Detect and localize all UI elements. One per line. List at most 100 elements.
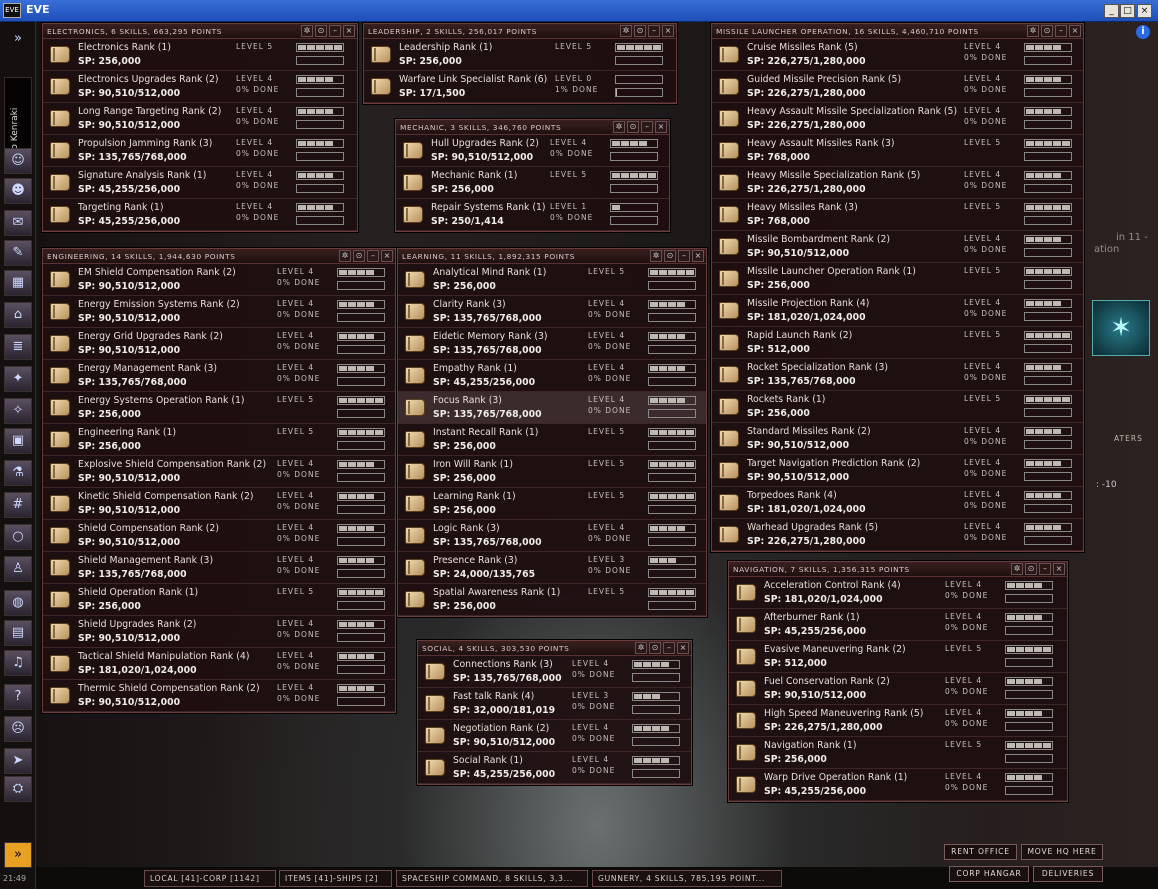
- settings-icon[interactable]: ⊙: [1041, 25, 1053, 37]
- skill-row[interactable]: Long Range Targeting Rank (2) SP: 90,510/…: [43, 103, 357, 135]
- minimize-icon[interactable]: –: [329, 25, 341, 37]
- close-icon[interactable]: ×: [692, 250, 704, 262]
- settings-icon[interactable]: ⊙: [353, 250, 365, 262]
- tab-spaceship-command[interactable]: SPACESHIP COMMAND, 8 SKILLS, 3,3...: [396, 870, 588, 887]
- skill-row[interactable]: Iron Will Rank (1) SP: 256,000 LEVEL 5: [398, 456, 706, 488]
- skill-row[interactable]: Eidetic Memory Rank (3) SP: 135,765/768,0…: [398, 328, 706, 360]
- skill-row[interactable]: Fuel Conservation Rank (2) SP: 90,510/512…: [729, 673, 1067, 705]
- info-icon[interactable]: i: [1136, 25, 1150, 39]
- settings-icon[interactable]: ⊙: [1025, 563, 1037, 575]
- skill-row[interactable]: Heavy Missile Specialization Rank (5) SP:…: [712, 167, 1083, 199]
- expand-icon[interactable]: »: [4, 27, 32, 53]
- people-icon[interactable]: ☻: [4, 178, 32, 204]
- window-header[interactable]: SOCIAL, 4 SKILLS, 303,530 POINTS ✲ ⊙ – ×: [418, 641, 691, 656]
- music-icon[interactable]: ♫: [4, 650, 32, 676]
- window-header[interactable]: LEADERSHIP, 2 SKILLS, 256,017 POINTS ✲ ⊙ – ×: [364, 24, 676, 39]
- skill-row[interactable]: Instant Recall Rank (1) SP: 256,000 LEVEL …: [398, 424, 706, 456]
- move-hq-button[interactable]: MOVE HQ HERE: [1021, 844, 1103, 860]
- skill-row[interactable]: Warfare Link Specialist Rank (6) SP: 17/1…: [364, 71, 676, 103]
- skill-row[interactable]: Negotiation Rank (2) SP: 90,510/512,000 LE…: [418, 720, 691, 752]
- skill-row[interactable]: Propulsion Jamming Rank (3) SP: 135,765/7…: [43, 135, 357, 167]
- window-header[interactable]: LEARNING, 11 SKILLS, 1,892,315 POINTS ✲ ⊙ –…: [398, 249, 706, 264]
- skill-row[interactable]: Warhead Upgrades Rank (5) SP: 226,275/1,2…: [712, 519, 1083, 551]
- minimize-icon[interactable]: –: [663, 642, 675, 654]
- close-icon[interactable]: ×: [1053, 563, 1065, 575]
- minimize-icon[interactable]: –: [367, 250, 379, 262]
- skill-row[interactable]: Missile Projection Rank (4) SP: 181,020/1…: [712, 295, 1083, 327]
- skill-row[interactable]: Warp Drive Operation Rank (1) SP: 45,255/…: [729, 769, 1067, 801]
- tab-gunnery[interactable]: GUNNERY, 4 SKILLS, 785,195 POINT...: [592, 870, 782, 887]
- ship-icon[interactable]: ➤: [4, 748, 32, 774]
- skill-row[interactable]: Thermic Shield Compensation Rank (2) SP: …: [43, 680, 395, 712]
- assets-icon[interactable]: ▦: [4, 270, 32, 296]
- skill-row[interactable]: Navigation Rank (1) SP: 256,000 LEVEL 5: [729, 737, 1067, 769]
- window-header[interactable]: MECHANIC, 3 SKILLS, 346,760 POINTS ✲ ⊙ – ×: [396, 120, 669, 135]
- starmap-icon[interactable]: ✧: [4, 398, 32, 424]
- pin-icon[interactable]: ✲: [635, 642, 647, 654]
- skill-row[interactable]: Missile Bombardment Rank (2) SP: 90,510/5…: [712, 231, 1083, 263]
- skill-row[interactable]: Hull Upgrades Rank (2) SP: 90,510/512,000…: [396, 135, 669, 167]
- close-icon[interactable]: ×: [662, 25, 674, 37]
- skill-row[interactable]: High Speed Maneuvering Rank (5) SP: 226,2…: [729, 705, 1067, 737]
- minimize-icon[interactable]: –: [678, 250, 690, 262]
- skill-row[interactable]: Target Navigation Prediction Rank (2) SP:…: [712, 455, 1083, 487]
- skill-row[interactable]: Leadership Rank (1) SP: 256,000 LEVEL 5: [364, 39, 676, 71]
- minimize-icon[interactable]: –: [1055, 25, 1067, 37]
- skill-row[interactable]: Electronics Rank (1) SP: 256,000 LEVEL 5: [43, 39, 357, 71]
- skill-row[interactable]: Standard Missiles Rank (2) SP: 90,510/512…: [712, 423, 1083, 455]
- close-icon[interactable]: ×: [343, 25, 355, 37]
- pin-icon[interactable]: ✲: [1011, 563, 1023, 575]
- skill-row[interactable]: Analytical Mind Rank (1) SP: 256,000 LEVEL…: [398, 264, 706, 296]
- settings-icon[interactable]: ⊙: [315, 25, 327, 37]
- pin-icon[interactable]: ✲: [620, 25, 632, 37]
- skill-row[interactable]: Focus Rank (3) SP: 135,765/768,000 LEVEL 4…: [398, 392, 706, 424]
- skill-row[interactable]: Evasive Maneuvering Rank (2) SP: 512,000 L…: [729, 641, 1067, 673]
- skill-row[interactable]: Afterburner Rank (1) SP: 45,255/256,000 LE…: [729, 609, 1067, 641]
- skill-row[interactable]: Kinetic Shield Compensation Rank (2) SP: …: [43, 488, 395, 520]
- map-icon[interactable]: ✦: [4, 366, 32, 392]
- skill-row[interactable]: Heavy Assault Missile Specialization Ran…: [712, 103, 1083, 135]
- skill-row[interactable]: Logic Rank (3) SP: 135,765/768,000 LEVEL 4…: [398, 520, 706, 552]
- skill-row[interactable]: Guided Missile Precision Rank (5) SP: 226…: [712, 71, 1083, 103]
- collapse-chevrons-icon[interactable]: »: [4, 842, 32, 868]
- minimize-button[interactable]: _: [1104, 4, 1119, 18]
- skill-row[interactable]: Shield Operation Rank (1) SP: 256,000 LEVE…: [43, 584, 395, 616]
- skill-row[interactable]: Repair Systems Rank (1) SP: 250/1,414 LEVE…: [396, 199, 669, 231]
- wallet-icon[interactable]: ▣: [4, 428, 32, 454]
- close-icon[interactable]: ×: [677, 642, 689, 654]
- settings-icon[interactable]: ⊙: [664, 250, 676, 262]
- settings-icon[interactable]: ⊙: [627, 121, 639, 133]
- skill-row[interactable]: Presence Rank (3) SP: 24,000/135,765 LEVEL…: [398, 552, 706, 584]
- window-header[interactable]: MISSILE LAUNCHER OPERATION, 16 SKILLS, 4…: [712, 24, 1083, 39]
- pin-icon[interactable]: ✲: [650, 250, 662, 262]
- skill-row[interactable]: Missile Launcher Operation Rank (1) SP: 2…: [712, 263, 1083, 295]
- help-icon[interactable]: ?: [4, 684, 32, 710]
- skill-row[interactable]: Mechanic Rank (1) SP: 256,000 LEVEL 5: [396, 167, 669, 199]
- journal-icon[interactable]: ▤: [4, 620, 32, 646]
- science-icon[interactable]: ⚗: [4, 460, 32, 486]
- skill-row[interactable]: Shield Compensation Rank (2) SP: 90,510/5…: [43, 520, 395, 552]
- skill-row[interactable]: Shield Upgrades Rank (2) SP: 90,510/512,0…: [43, 616, 395, 648]
- skill-row[interactable]: EM Shield Compensation Rank (2) SP: 90,51…: [43, 264, 395, 296]
- close-icon[interactable]: ×: [1069, 25, 1081, 37]
- pin-icon[interactable]: ✲: [613, 121, 625, 133]
- skill-row[interactable]: Tactical Shield Manipulation Rank (4) SP:…: [43, 648, 395, 680]
- skill-row[interactable]: Clarity Rank (3) SP: 135,765/768,000 LEVEL…: [398, 296, 706, 328]
- minimize-icon[interactable]: –: [641, 121, 653, 133]
- corp-hangar-button[interactable]: CORP HANGAR: [949, 866, 1029, 882]
- station-icon[interactable]: ⛭: [4, 776, 32, 802]
- notepad-icon[interactable]: ✎: [4, 240, 32, 266]
- skill-row[interactable]: Heavy Missiles Rank (3) SP: 768,000 LEVEL …: [712, 199, 1083, 231]
- skill-row[interactable]: Energy Systems Operation Rank (1) SP: 256…: [43, 392, 395, 424]
- window-header[interactable]: ENGINEERING, 14 SKILLS, 1,944,630 POINTS…: [43, 249, 395, 264]
- pin-icon[interactable]: ✲: [1027, 25, 1039, 37]
- skill-row[interactable]: Explosive Shield Compensation Rank (2) SP…: [43, 456, 395, 488]
- skill-row[interactable]: Electronics Upgrades Rank (2) SP: 90,510/…: [43, 71, 357, 103]
- close-button[interactable]: ×: [1137, 4, 1152, 18]
- agent-icon[interactable]: ☹: [4, 716, 32, 742]
- contracts-icon[interactable]: ≣: [4, 334, 32, 360]
- skill-row[interactable]: Connections Rank (3) SP: 135,765/768,000 L…: [418, 656, 691, 688]
- settings-icon[interactable]: ⊙: [634, 25, 646, 37]
- skill-row[interactable]: Learning Rank (1) SP: 256,000 LEVEL 5: [398, 488, 706, 520]
- close-icon[interactable]: ×: [381, 250, 393, 262]
